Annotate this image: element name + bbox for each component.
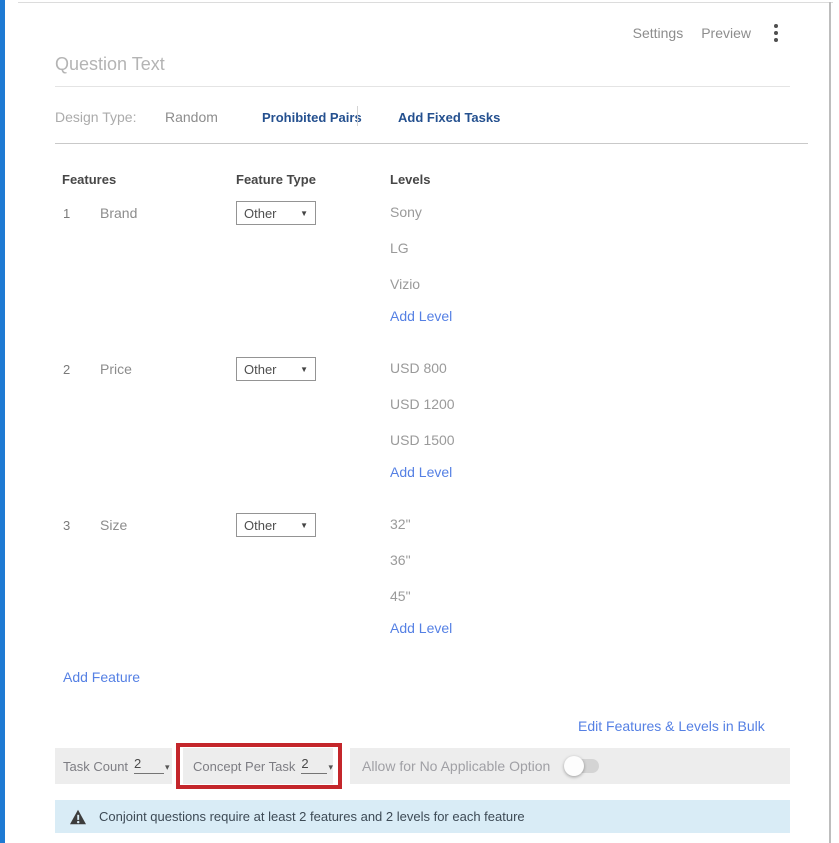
card-top-border	[18, 2, 833, 3]
vertical-ellipsis-icon[interactable]	[769, 21, 783, 45]
dropdown-arrow-icon: ▾	[165, 762, 170, 773]
feature-type-select[interactable]: Other ▼	[236, 201, 316, 225]
levels-list: 32" 36" 45" Add Level	[390, 516, 452, 636]
conjoint-question-editor: Settings Preview Design Type: Random Pro…	[0, 0, 839, 843]
feature-name[interactable]: Brand	[100, 205, 137, 221]
preview-link[interactable]: Preview	[701, 25, 751, 41]
task-count-control[interactable]: Task Count 2 ▾	[55, 748, 172, 784]
validation-info-banner: Conjoint questions require at least 2 fe…	[55, 800, 790, 833]
header-actions: Settings Preview	[633, 21, 783, 45]
feature-type-select[interactable]: Other ▼	[236, 513, 316, 537]
validation-message: Conjoint questions require at least 2 fe…	[99, 809, 525, 824]
feature-type-value: Other	[244, 206, 277, 221]
level-item[interactable]: USD 1200	[390, 396, 455, 416]
column-header-feature-type: Feature Type	[236, 172, 316, 187]
dropdown-arrow-icon: ▾	[328, 762, 333, 773]
selected-question-accent-stripe	[0, 0, 5, 843]
dropdown-arrow-icon: ▼	[300, 521, 308, 530]
add-feature-link[interactable]: Add Feature	[63, 669, 140, 685]
level-item[interactable]: 32"	[390, 516, 452, 536]
feature-type-select[interactable]: Other ▼	[236, 357, 316, 381]
task-count-value[interactable]: 2	[134, 758, 164, 774]
dropdown-arrow-icon: ▼	[300, 365, 308, 374]
add-fixed-tasks-link[interactable]: Add Fixed Tasks	[398, 110, 500, 125]
feature-type-value: Other	[244, 362, 277, 377]
level-item[interactable]: Sony	[390, 204, 452, 224]
levels-list: Sony LG Vizio Add Level	[390, 204, 452, 324]
add-level-link[interactable]: Add Level	[390, 308, 452, 324]
level-item[interactable]: USD 800	[390, 360, 455, 380]
design-type-label: Design Type:	[55, 109, 136, 125]
level-item[interactable]: 45"	[390, 588, 452, 608]
section-divider	[55, 143, 808, 144]
settings-link[interactable]: Settings	[633, 25, 684, 41]
question-text-input[interactable]	[55, 48, 790, 87]
feature-index: 1	[63, 206, 70, 221]
column-header-levels: Levels	[390, 172, 430, 187]
level-item[interactable]: LG	[390, 240, 452, 260]
dropdown-arrow-icon: ▼	[300, 209, 308, 218]
level-item[interactable]: Vizio	[390, 276, 452, 296]
level-item[interactable]: USD 1500	[390, 432, 455, 452]
feature-index: 3	[63, 518, 70, 533]
no-applicable-option-control: Allow for No Applicable Option	[350, 748, 790, 784]
concept-per-task-value[interactable]: 2	[301, 758, 327, 774]
edit-features-levels-bulk-link[interactable]: Edit Features & Levels in Bulk	[578, 718, 765, 734]
card-right-border	[829, 2, 831, 843]
level-item[interactable]: 36"	[390, 552, 452, 572]
concept-per-task-label: Concept Per Task	[193, 759, 295, 774]
prohibited-pairs-link[interactable]: Prohibited Pairs	[262, 110, 362, 125]
add-level-link[interactable]: Add Level	[390, 464, 455, 480]
add-level-link[interactable]: Add Level	[390, 620, 452, 636]
levels-list: USD 800 USD 1200 USD 1500 Add Level	[390, 360, 455, 480]
feature-type-value: Other	[244, 518, 277, 533]
warning-triangle-icon	[69, 809, 87, 825]
concept-per-task-control[interactable]: Concept Per Task 2 ▾	[183, 748, 333, 784]
design-type-value[interactable]: Random	[165, 109, 218, 125]
no-applicable-toggle[interactable]	[564, 756, 600, 776]
task-count-label: Task Count	[63, 759, 128, 774]
no-applicable-option-label: Allow for No Applicable Option	[362, 758, 550, 774]
feature-name[interactable]: Size	[100, 517, 127, 533]
toggle-knob	[564, 756, 584, 776]
feature-name[interactable]: Price	[100, 361, 132, 377]
feature-index: 2	[63, 362, 70, 377]
design-links-divider	[357, 106, 358, 126]
column-header-features: Features	[62, 172, 116, 187]
